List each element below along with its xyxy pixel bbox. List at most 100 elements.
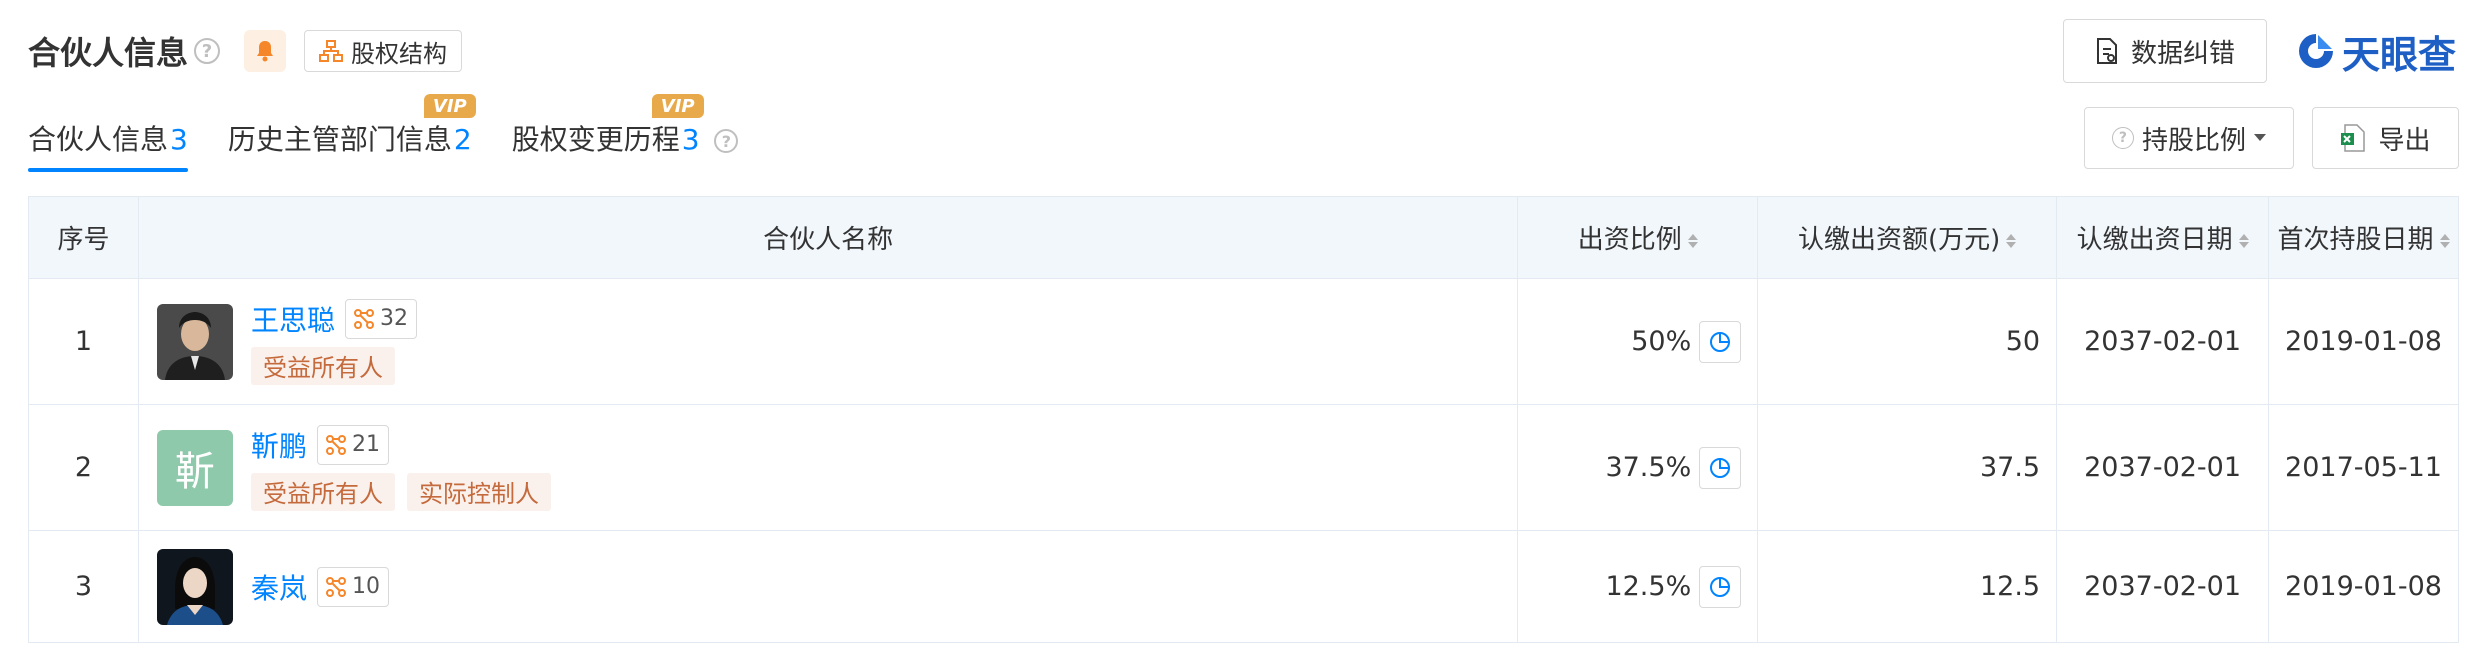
org-chart-icon <box>319 40 344 62</box>
tab-history-authority[interactable]: VIP 历史主管部门信息2 <box>227 94 476 172</box>
section-header: 合伙人信息 ? 股权结构 <box>28 26 463 76</box>
first-date-cell: 2019-01-08 <box>2268 530 2459 643</box>
relation-count-badge[interactable]: 10 <box>316 566 389 607</box>
sort-icon[interactable] <box>2238 233 2249 248</box>
ratio-select-label: 持股比例 <box>2141 125 2246 156</box>
tab-count: 3 <box>170 123 188 156</box>
brand-logo-icon <box>2299 34 2333 68</box>
export-label: 导出 <box>2378 125 2431 156</box>
col-label: 认缴出资额(万元) <box>1798 225 2001 255</box>
caret-down-icon <box>2254 134 2266 141</box>
document-icon <box>2096 38 2117 64</box>
help-icon: ? <box>2111 127 2134 149</box>
excel-icon <box>2341 124 2366 152</box>
avatar[interactable] <box>156 548 233 625</box>
table-row: 1 王思聪 32 受益所有人 50% 50 2037-02-01 2019-01… <box>28 278 2459 405</box>
vip-badge: VIP <box>423 94 476 118</box>
ratio-value: 37.5% <box>1605 452 1692 483</box>
table-header-row: 序号 合伙人名称 出资比例 认缴出资额(万元) 认缴出资日期 首次持股日期 <box>28 196 2459 279</box>
ratio-cell: 37.5% <box>1517 404 1759 531</box>
amount-cell: 12.5 <box>1757 530 2058 643</box>
relation-icon <box>353 308 374 329</box>
sort-icon[interactable] <box>1687 233 1698 248</box>
tab-count: 2 <box>453 123 472 156</box>
section-title: 合伙人信息 <box>28 34 189 72</box>
col-amount[interactable]: 认缴出资额(万元) <box>1757 196 2058 279</box>
export-button[interactable]: 导出 <box>2312 107 2459 169</box>
first-date-cell: 2017-05-11 <box>2268 404 2459 531</box>
partner-name-link[interactable]: 秦岚 <box>251 567 307 607</box>
relation-count: 10 <box>351 574 380 599</box>
partner-cell: 王思聪 32 受益所有人 <box>137 278 1519 405</box>
col-ratio[interactable]: 出资比例 <box>1517 196 1759 279</box>
partner-name-link[interactable]: 王思聪 <box>251 299 335 339</box>
sort-icon[interactable] <box>2006 233 2017 248</box>
col-partner-name: 合伙人名称 <box>137 196 1519 279</box>
tag-beneficial-owner: 受益所有人 <box>250 346 395 385</box>
avatar[interactable] <box>156 303 233 380</box>
vip-badge: VIP <box>651 94 704 118</box>
col-subscribe-date[interactable]: 认缴出资日期 <box>2056 196 2270 279</box>
ratio-value: 50% <box>1631 326 1692 357</box>
tab-partners[interactable]: 合伙人信息3 <box>28 112 188 172</box>
row-index: 2 <box>28 404 139 531</box>
ratio-select[interactable]: ? 持股比例 <box>2084 107 2294 169</box>
amount-cell: 50 <box>1757 278 2058 405</box>
pie-chart-button[interactable] <box>1699 446 1742 489</box>
subscribe-date-cell: 2037-02-01 <box>2056 404 2270 531</box>
tab-bar: 合伙人信息3 VIP 历史主管部门信息2 VIP 股权变更历程3 ? <box>28 94 739 172</box>
col-label: 合伙人名称 <box>763 225 894 255</box>
relation-count: 32 <box>379 306 408 331</box>
pie-chart-icon <box>1710 576 1731 597</box>
relation-count: 21 <box>351 432 380 457</box>
row-index: 1 <box>28 278 139 405</box>
data-correction-label: 数据纠错 <box>2130 38 2235 69</box>
table-row: 3 秦岚 10 12.5% 12.5 2037-02-01 2019-01-08 <box>28 530 2459 643</box>
tab-count: 3 <box>681 123 700 156</box>
col-label: 出资比例 <box>1577 225 1682 255</box>
tab-equity-changes[interactable]: VIP 股权变更历程3 ? <box>511 94 739 172</box>
col-index: 序号 <box>28 196 139 279</box>
pie-chart-icon <box>1710 457 1731 478</box>
help-icon[interactable]: ? <box>714 129 739 153</box>
pie-chart-icon <box>1710 331 1731 352</box>
subscribe-date-cell: 2037-02-01 <box>2056 530 2270 643</box>
amount-cell: 37.5 <box>1757 404 2058 531</box>
partner-name-link[interactable]: 靳鹏 <box>251 425 307 465</box>
tab-label: 历史主管部门信息 <box>227 123 452 156</box>
tag-actual-controller: 实际控制人 <box>406 472 551 511</box>
first-date-cell: 2019-01-08 <box>2268 278 2459 405</box>
partners-table: 序号 合伙人名称 出资比例 认缴出资额(万元) 认缴出资日期 首次持股日期 1 <box>28 196 2459 643</box>
col-label: 认缴出资日期 <box>2076 225 2233 255</box>
relation-icon <box>325 576 346 597</box>
row-index: 3 <box>28 530 139 643</box>
col-first-date[interactable]: 首次持股日期 <box>2268 196 2459 279</box>
bell-button[interactable] <box>244 30 287 72</box>
sort-icon[interactable] <box>2439 233 2450 248</box>
col-label: 序号 <box>57 225 110 255</box>
ratio-cell: 50% <box>1517 278 1759 405</box>
partner-cell: 靳 靳鹏 21 受益所有人 实际控制人 <box>137 404 1519 531</box>
tab-label: 合伙人信息 <box>28 123 169 156</box>
equity-structure-label: 股权结构 <box>351 39 448 68</box>
col-label: 首次持股日期 <box>2277 225 2434 255</box>
tag-beneficial-owner: 受益所有人 <box>250 472 395 511</box>
brand-logo: 天眼查 <box>2296 22 2456 80</box>
data-correction-button[interactable]: 数据纠错 <box>2063 19 2267 83</box>
brand-name: 天眼查 <box>2342 32 2457 77</box>
avatar[interactable]: 靳 <box>156 429 233 506</box>
ratio-value: 12.5% <box>1605 571 1692 602</box>
partner-cell: 秦岚 10 <box>137 530 1519 643</box>
relation-count-badge[interactable]: 21 <box>316 424 389 465</box>
tab-label: 股权变更历程 <box>511 123 680 156</box>
help-icon[interactable]: ? <box>194 38 221 64</box>
relation-icon <box>325 434 346 455</box>
pie-chart-button[interactable] <box>1699 320 1742 363</box>
pie-chart-button[interactable] <box>1699 565 1742 608</box>
table-row: 2 靳 靳鹏 21 受益所有人 实际控制人 37.5% 37.5 2037-02… <box>28 404 2459 531</box>
equity-structure-button[interactable]: 股权结构 <box>304 30 463 72</box>
relation-count-badge[interactable]: 32 <box>344 298 417 339</box>
subscribe-date-cell: 2037-02-01 <box>2056 278 2270 405</box>
ratio-cell: 12.5% <box>1517 530 1759 643</box>
bell-icon <box>257 41 274 62</box>
